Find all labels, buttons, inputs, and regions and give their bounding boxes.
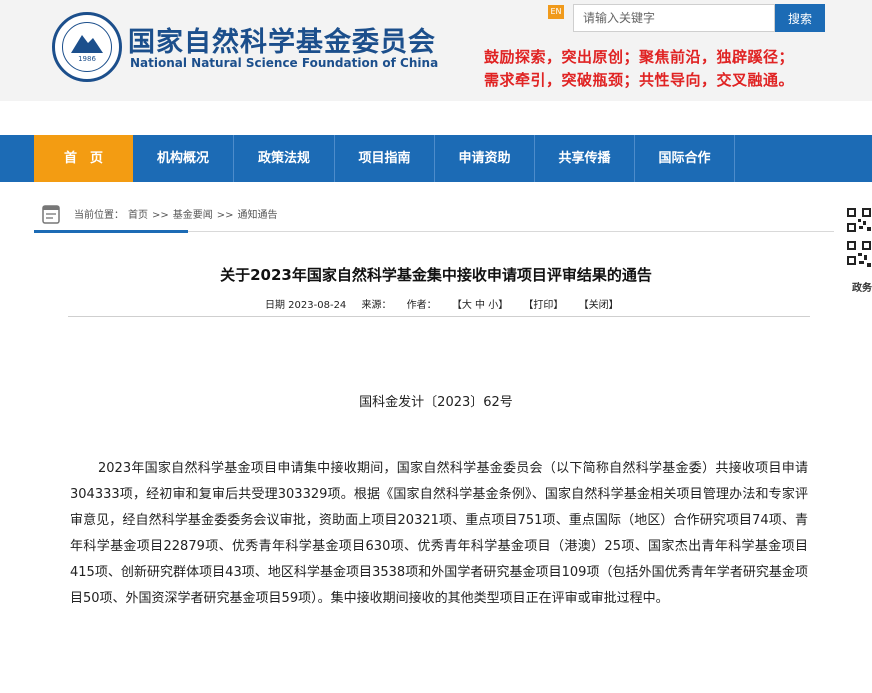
nav-item-apply[interactable]: 申请资助 <box>435 135 535 182</box>
article-source: 来源： <box>361 300 392 311</box>
breadcrumb-separator: >> <box>152 210 169 221</box>
nav-item-about[interactable]: 机构概况 <box>133 135 234 182</box>
breadcrumb-separator: >> <box>216 210 234 221</box>
article-date: 日期 2023-08-24 <box>265 300 347 311</box>
document-icon <box>42 205 60 224</box>
nsfc-logo[interactable]: 1986 <box>52 12 122 82</box>
article-body: 2023年国家自然科学基金项目申请集中接收期间，国家自然科学基金委员会（以下简称… <box>70 461 808 606</box>
search-button[interactable]: 搜索 <box>775 4 825 32</box>
main-nav: 首 页 机构概况 政策法规 项目指南 申请资助 共享传播 国际合作 <box>0 135 872 182</box>
font-size-selector[interactable]: 【大 中 小】 <box>452 300 508 311</box>
breadcrumb: 当前位置： 首页 >> 基金要闻 >> 通知通告 <box>74 206 282 221</box>
meta-divider <box>68 316 810 317</box>
mountain-icon <box>71 35 103 53</box>
breadcrumb-bar: 当前位置： 首页 >> 基金要闻 >> 通知通告 <box>34 200 834 233</box>
logo-year: 1986 <box>78 55 96 63</box>
article-meta: 日期 2023-08-24 来源： 作者： 【大 中 小】 【打印】 【关闭】 <box>265 296 631 311</box>
close-link[interactable]: 【关闭】 <box>579 300 619 311</box>
nav-item-policy[interactable]: 政策法规 <box>234 135 335 182</box>
breadcrumb-prefix: 当前位置： <box>74 210 124 221</box>
org-name-en[interactable]: National Natural Science Foundation of C… <box>130 56 438 70</box>
article-author: 作者： <box>406 300 437 311</box>
nav-item-international[interactable]: 国际合作 <box>635 135 735 182</box>
site-header: 1986 国家自然科学基金委员会 National Natural Scienc… <box>0 0 872 101</box>
breadcrumb-accent-line <box>34 230 188 233</box>
qr-code-icon[interactable] <box>846 207 872 271</box>
breadcrumb-notices[interactable]: 通知通告 <box>238 210 278 221</box>
article-title: 关于2023年国家自然科学基金集中接收申请项目评审结果的通告 <box>220 266 652 284</box>
print-link[interactable]: 【打印】 <box>523 300 563 311</box>
nav-item-share[interactable]: 共享传播 <box>535 135 635 182</box>
nav-item-home[interactable]: 首 页 <box>34 135 133 182</box>
breadcrumb-news[interactable]: 基金要闻 <box>173 210 213 221</box>
language-button[interactable]: EN <box>548 5 564 19</box>
search-input[interactable] <box>573 4 775 32</box>
slogan-line-1: 鼓励探索，突出原创；聚焦前沿，独辟蹊径； <box>484 48 795 66</box>
org-name-cn[interactable]: 国家自然科学基金委员会 <box>128 20 436 59</box>
breadcrumb-home[interactable]: 首页 <box>128 210 148 221</box>
document-number: 国科金发计〔2023〕62号 <box>359 395 513 410</box>
nav-item-guide[interactable]: 项目指南 <box>335 135 435 182</box>
slogan-line-2: 需求牵引，突破瓶颈；共性导向，交叉融通。 <box>484 71 795 89</box>
